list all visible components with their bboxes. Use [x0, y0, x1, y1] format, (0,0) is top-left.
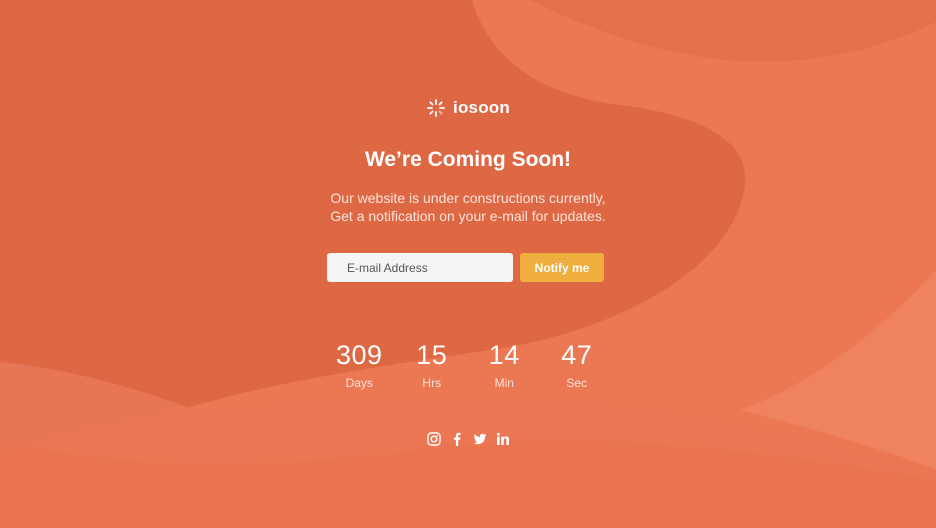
- subtitle-line-1: Our website is under constructions curre…: [330, 190, 606, 206]
- main-content: iosoon We’re Coming Soon! Our website is…: [0, 0, 936, 528]
- email-input[interactable]: [327, 253, 513, 282]
- countdown-label: Hrs: [422, 376, 442, 390]
- social-links: [0, 432, 936, 446]
- facebook-icon: [453, 432, 460, 446]
- linkedin-link[interactable]: [496, 432, 510, 446]
- coming-soon-page: iosoon We’re Coming Soon! Our website is…: [0, 0, 936, 528]
- page-title: We’re Coming Soon!: [364, 148, 572, 171]
- facebook-link[interactable]: [450, 432, 464, 446]
- twitter-link[interactable]: [473, 432, 487, 446]
- instagram-icon: [426, 432, 441, 446]
- notify-form: Notify me: [327, 253, 604, 282]
- countdown-hours: 15 Hrs: [396, 340, 469, 390]
- countdown-seconds: 47 Sec: [541, 340, 614, 390]
- countdown-label: Days: [345, 376, 373, 390]
- twitter-icon: [473, 433, 486, 445]
- countdown-value: 309: [335, 340, 383, 370]
- brand-logo[interactable]: iosoon: [0, 96, 936, 120]
- notify-button[interactable]: Notify me: [520, 253, 604, 282]
- subtitle-line-2: Get a notification on your e-mail for up…: [330, 208, 606, 224]
- linkedin-icon: [496, 432, 509, 445]
- page-subtitle: Our website is under constructions curre…: [0, 189, 936, 225]
- countdown-label: Min: [494, 376, 514, 390]
- loader-icon: [427, 99, 445, 117]
- countdown-value: 14: [488, 340, 520, 370]
- countdown-value: 15: [416, 340, 448, 370]
- countdown-days: 309 Days: [323, 340, 396, 390]
- instagram-link[interactable]: [426, 432, 441, 446]
- countdown-minutes: 14 Min: [468, 340, 541, 390]
- countdown-label: Sec: [566, 376, 588, 390]
- brand-name: iosoon: [453, 98, 510, 117]
- countdown-timer: 309 Days 15 Hrs 14 Min 47 Sec: [323, 340, 613, 390]
- countdown-value: 47: [561, 340, 593, 370]
